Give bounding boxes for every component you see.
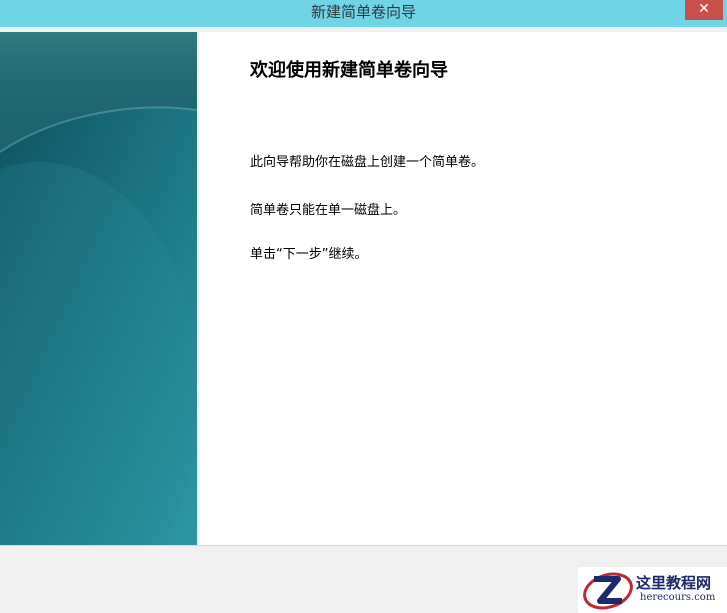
side-banner-image (0, 32, 197, 545)
next-instruction-text: 单击“下一步”继续。 (250, 247, 368, 262)
title-bar[interactable]: 新建简单卷向导 ✕ (0, 0, 727, 27)
wizard-heading: 欢迎使用新建简单卷向导 (250, 60, 448, 81)
intro-text: 此向导帮助你在磁盘上创建一个简单卷。 (250, 155, 485, 170)
wizard-content: 欢迎使用新建简单卷向导 此向导帮助你在磁盘上创建一个简单卷。 简单卷只能在单一磁… (199, 32, 727, 545)
close-icon: ✕ (698, 1, 710, 17)
wizard-window: 新建简单卷向导 ✕ 欢迎使用新建简单卷向导 此向导帮助你在磁盘上创建一个简单卷。… (0, 0, 727, 613)
watermark-title: 这里教程网 (636, 574, 712, 592)
single-disk-text: 简单卷只能在单一磁盘上。 (250, 203, 407, 218)
site-logo-icon (583, 572, 633, 610)
banner-art (0, 32, 197, 545)
wizard-body: 欢迎使用新建简单卷向导 此向导帮助你在磁盘上创建一个简单卷。 简单卷只能在单一磁… (0, 27, 727, 613)
watermark-url: herecours.com (640, 592, 716, 603)
window-title: 新建简单卷向导 (310, 3, 416, 21)
close-button[interactable]: ✕ (685, 0, 723, 20)
watermark: 这里教程网 herecours.com (578, 567, 727, 613)
